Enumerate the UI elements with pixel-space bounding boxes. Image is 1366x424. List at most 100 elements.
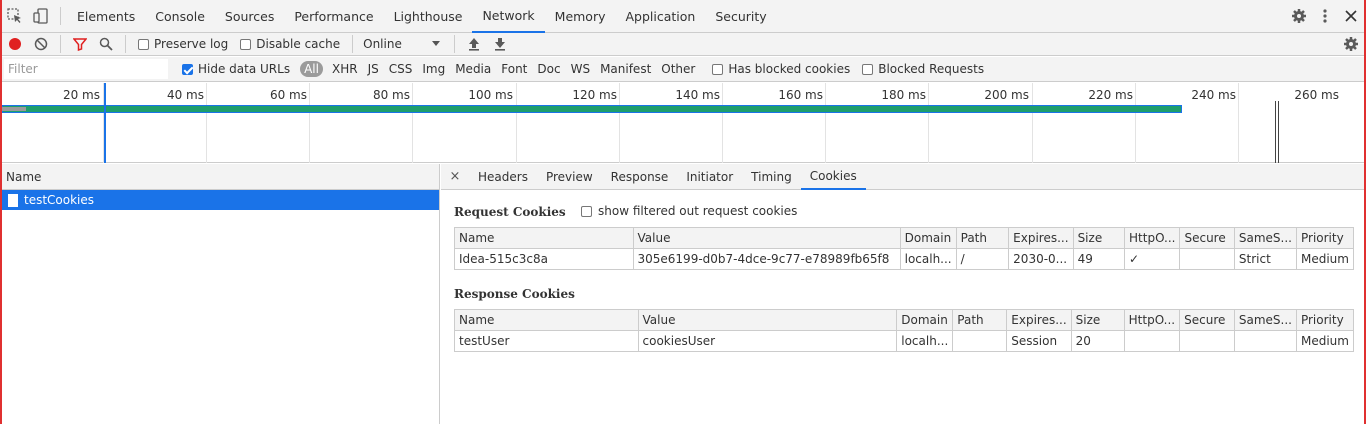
load-marker: [1278, 101, 1279, 163]
checkbox-box[interactable]: [240, 38, 252, 50]
cookie-expires: Session: [1006, 330, 1072, 352]
request-row[interactable]: testCookies: [2, 190, 439, 210]
checkbox-box[interactable]: [182, 63, 193, 75]
column-header-secure[interactable]: Secure: [1179, 227, 1235, 249]
cookie-value: 305e6199-d0b7-4dce-9c77-e78989fb65f8: [632, 248, 901, 270]
tab-performance[interactable]: Performance: [284, 0, 383, 33]
checkbox-box[interactable]: [862, 63, 874, 75]
tab-initiator[interactable]: Initiator: [677, 164, 742, 190]
column-header-name[interactable]: Name: [454, 309, 639, 331]
table-row[interactable]: testUser cookiesUser localh... Session 2…: [454, 330, 1355, 352]
tab-application[interactable]: Application: [616, 0, 706, 33]
more-options-icon[interactable]: [1312, 0, 1338, 33]
toolbar-divider: [352, 35, 354, 53]
record-icon[interactable]: [2, 28, 28, 61]
overview-gridline: [619, 83, 620, 163]
column-header-path[interactable]: Path: [952, 309, 1008, 331]
tab-memory[interactable]: Memory: [545, 0, 616, 33]
overview-tick-label: 200 ms: [984, 88, 1029, 102]
show-filtered-checkbox[interactable]: show filtered out request cookies: [581, 204, 797, 218]
details-tab-bar: × Headers Preview Response Initiator Tim…: [441, 164, 1364, 190]
overview-tick-label: 240 ms: [1191, 88, 1236, 102]
cookie-path: /: [955, 248, 1010, 270]
filter-input[interactable]: Filter: [4, 59, 168, 79]
type-filter-xhr[interactable]: XHR: [327, 62, 363, 76]
column-header-name[interactable]: Name: [454, 227, 634, 249]
tab-sources[interactable]: Sources: [215, 0, 284, 33]
checkbox-box[interactable]: [712, 63, 724, 75]
tab-preview[interactable]: Preview: [537, 164, 602, 190]
tab-console[interactable]: Console: [145, 0, 215, 33]
tab-security[interactable]: Security: [705, 0, 776, 33]
search-icon[interactable]: [93, 28, 119, 61]
cookie-httponly: [1123, 330, 1181, 352]
network-settings-gear-icon[interactable]: [1338, 28, 1364, 61]
hide-data-urls-checkbox[interactable]: Hide data URLs: [176, 62, 296, 76]
chevron-down-icon: [431, 41, 440, 46]
cookie-expires: 2030-0...: [1008, 248, 1074, 270]
column-header-size[interactable]: Size: [1070, 309, 1125, 331]
tab-response[interactable]: Response: [602, 164, 678, 190]
type-filter-doc[interactable]: Doc: [532, 62, 565, 76]
column-header-value[interactable]: Value: [632, 227, 901, 249]
toolbar-divider: [60, 7, 61, 25]
column-header-value[interactable]: Value: [637, 309, 898, 331]
overview-tick-label: 180 ms: [881, 88, 926, 102]
column-header-secure[interactable]: Secure: [1179, 309, 1235, 331]
type-filter-all[interactable]: All: [300, 61, 323, 77]
type-filter-media[interactable]: Media: [450, 62, 496, 76]
disable-cache-checkbox[interactable]: Disable cache: [234, 37, 346, 51]
export-har-icon[interactable]: [487, 28, 513, 61]
import-har-icon[interactable]: [461, 28, 487, 61]
overview-tick-label: 80 ms: [372, 88, 410, 102]
cookie-secure: [1179, 330, 1235, 352]
settings-gear-icon[interactable]: [1286, 0, 1312, 33]
type-filter-other[interactable]: Other: [656, 62, 700, 76]
timeline-overview[interactable]: 20 ms 40 ms 60 ms 80 ms 100 ms 120 ms 14…: [2, 83, 1364, 163]
domcontentloaded-marker: [104, 83, 106, 163]
type-filter-js[interactable]: JS: [363, 62, 384, 76]
column-header-expires[interactable]: Expires...: [1006, 309, 1072, 331]
column-header-domain[interactable]: Domain: [899, 227, 957, 249]
cookie-samesite: Strict: [1233, 248, 1297, 270]
column-header-expires[interactable]: Expires...: [1008, 227, 1074, 249]
type-filter-font[interactable]: Font: [496, 62, 532, 76]
cookie-httponly: ✓: [1124, 248, 1181, 270]
filter-icon[interactable]: [67, 28, 93, 61]
tab-cookies[interactable]: Cookies: [800, 164, 866, 190]
checkbox-box[interactable]: [138, 38, 149, 50]
type-filter-ws[interactable]: WS: [566, 62, 595, 76]
checkbox-box[interactable]: [581, 205, 592, 217]
column-header-httponly[interactable]: HttpO...: [1123, 309, 1181, 331]
type-filter-css[interactable]: CSS: [384, 62, 418, 76]
overview-gridline: [309, 83, 310, 163]
tab-headers[interactable]: Headers: [469, 164, 537, 190]
preserve-log-checkbox[interactable]: Preserve log: [132, 37, 234, 51]
clear-icon[interactable]: [28, 28, 54, 61]
column-header-priority[interactable]: Priority: [1295, 227, 1355, 249]
throttling-select[interactable]: Online: [359, 37, 448, 51]
column-header-samesite[interactable]: SameS...: [1233, 309, 1297, 331]
name-column-header[interactable]: Name: [2, 164, 439, 190]
tab-timing[interactable]: Timing: [742, 164, 801, 190]
column-header-domain[interactable]: Domain: [896, 309, 954, 331]
devtools-main-toolbar: Elements Console Sources Performance Lig…: [2, 0, 1364, 33]
column-header-priority[interactable]: Priority: [1295, 309, 1355, 331]
blocked-requests-checkbox[interactable]: Blocked Requests: [856, 62, 990, 76]
column-header-samesite[interactable]: SameS...: [1233, 227, 1297, 249]
table-row[interactable]: Idea-515c3c8a 305e6199-d0b7-4dce-9c77-e7…: [454, 248, 1355, 270]
type-filter-manifest[interactable]: Manifest: [595, 62, 656, 76]
column-header-size[interactable]: Size: [1072, 227, 1126, 249]
overview-tick-label: 140 ms: [675, 88, 720, 102]
column-header-path[interactable]: Path: [955, 227, 1010, 249]
cookie-name: Idea-515c3c8a: [454, 248, 634, 270]
type-filter-img[interactable]: Img: [417, 62, 450, 76]
response-cookies-table: Name Value Domain Path Expires... Size H…: [454, 309, 1355, 352]
blocked-requests-label: Blocked Requests: [878, 62, 985, 76]
column-header-httponly[interactable]: HttpO...: [1124, 227, 1181, 249]
tab-lighthouse[interactable]: Lighthouse: [384, 0, 473, 33]
filter-bar: Filter Hide data URLs All XHR JS CSS Img…: [2, 57, 1364, 82]
close-details-icon[interactable]: ×: [441, 169, 469, 184]
cookie-size: 20: [1070, 330, 1125, 352]
has-blocked-cookies-checkbox[interactable]: Has blocked cookies: [706, 62, 856, 76]
